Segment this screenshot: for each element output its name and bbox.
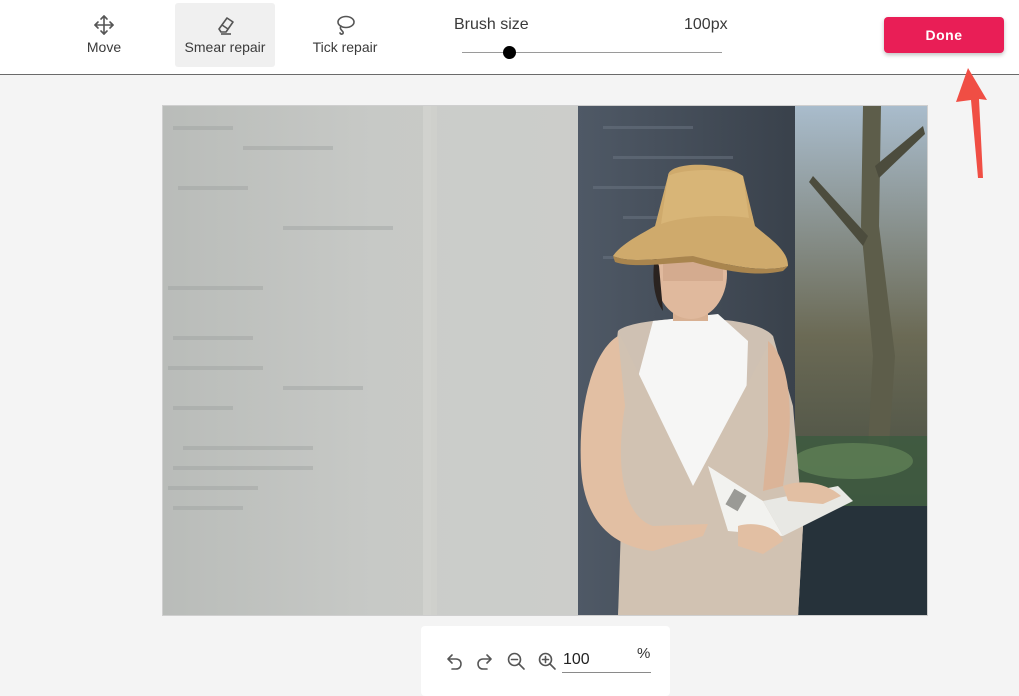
redo-icon[interactable] — [474, 650, 496, 672]
tool-move-label: Move — [86, 39, 122, 55]
tool-tick-repair-label: Tick repair — [312, 39, 378, 55]
move-icon — [93, 14, 115, 36]
undo-icon[interactable] — [443, 650, 465, 672]
zoom-out-icon[interactable] — [505, 650, 527, 672]
tool-smear-repair[interactable]: Smear repair — [175, 3, 275, 67]
brush-size-slider[interactable] — [462, 44, 722, 62]
zoom-unit: % — [637, 645, 651, 662]
arrow-annotation — [956, 68, 987, 178]
image-canvas[interactable] — [162, 105, 928, 616]
lasso-icon — [334, 14, 356, 36]
tool-smear-repair-label: Smear repair — [184, 39, 266, 55]
eraser-icon — [214, 14, 236, 36]
slider-track — [462, 52, 722, 53]
editor-toolbar: Move Smear repair Tick repair Brush size… — [0, 0, 1019, 75]
slider-thumb[interactable] — [502, 46, 516, 59]
tool-tick-repair[interactable]: Tick repair — [295, 3, 395, 67]
zoom-in-icon[interactable] — [536, 650, 558, 672]
tool-move[interactable]: Move — [54, 3, 154, 67]
done-button[interactable]: Done — [884, 17, 1004, 53]
brush-size-label: Brush size — [454, 16, 529, 33]
zoom-control-bar: % — [421, 626, 670, 696]
photo-image — [163, 106, 927, 615]
brush-size-value: 100px — [684, 16, 728, 33]
